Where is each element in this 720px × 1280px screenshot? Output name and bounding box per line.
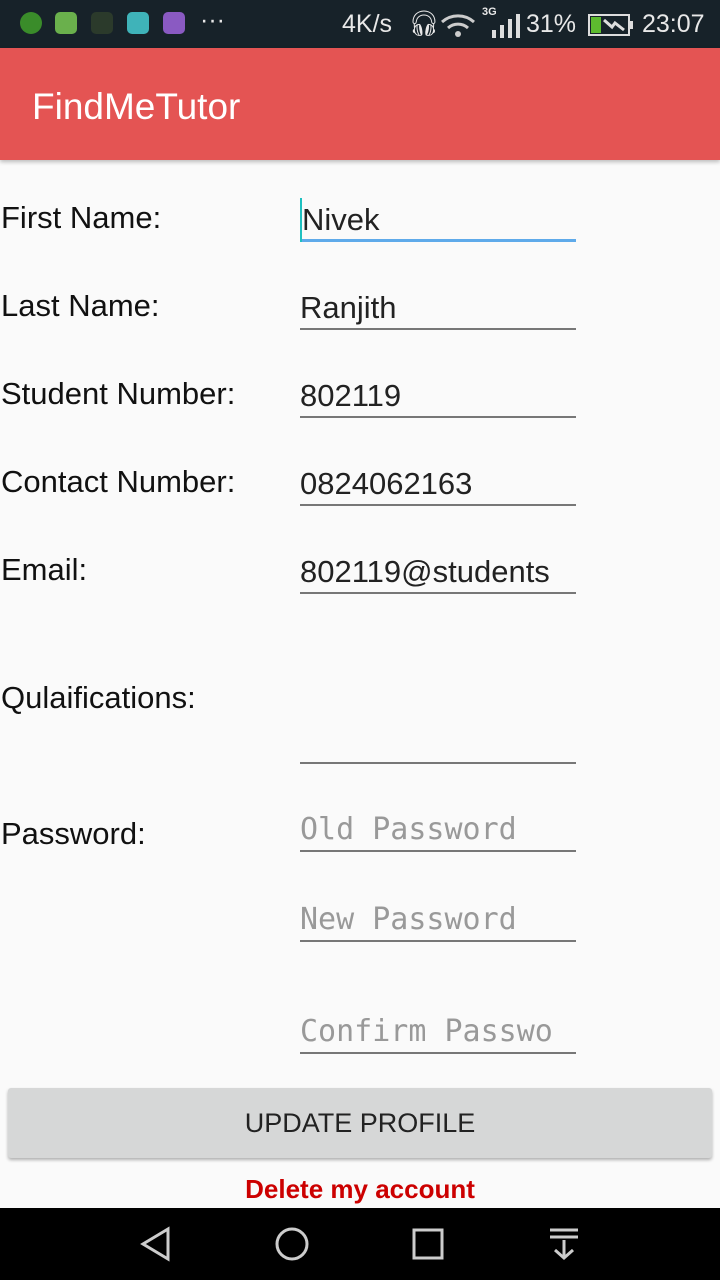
android-icon <box>127 12 149 34</box>
password-label: Password: <box>1 816 146 851</box>
last-name-input[interactable]: Ranjith <box>300 290 576 330</box>
headphone-icon: 🎧︎ <box>408 10 440 38</box>
confirm-password-input[interactable]: Confirm Passwo <box>300 1014 576 1054</box>
email-label: Email: <box>1 552 88 587</box>
delete-account-link[interactable]: Delete my account <box>0 1174 720 1205</box>
update-profile-button[interactable]: UPDATE PROFILE <box>8 1088 712 1158</box>
signal-icon <box>492 14 520 38</box>
network-speed: 4K/s <box>342 10 393 38</box>
battery-charging-icon <box>588 14 633 36</box>
clock: 23:07 <box>642 10 705 38</box>
old-password-input[interactable]: Old Password <box>300 812 576 852</box>
first-name-label: First Name: <box>1 200 162 235</box>
email-input[interactable]: 802119@students <box>300 554 576 594</box>
first-name-input[interactable]: Nivek <box>300 198 576 242</box>
contact-number-label: Contact Number: <box>1 464 236 499</box>
student-number-input[interactable]: 802119 <box>300 378 576 418</box>
last-name-label: Last Name: <box>1 288 160 323</box>
wifi-icon <box>441 14 475 37</box>
blackberry-icon <box>91 12 113 34</box>
student-number-label: Student Number: <box>1 376 236 411</box>
battery-percent: 31% <box>526 10 577 38</box>
qualifications-input[interactable] <box>300 724 576 764</box>
status-bar: ··· 4K/s 🎧︎ 3G 31% 23:07 <box>0 0 720 48</box>
headset-app-icon <box>55 12 77 34</box>
back-icon[interactable] <box>138 1226 174 1262</box>
whatsapp-icon <box>20 12 42 34</box>
gallery-icon <box>163 12 185 34</box>
home-icon[interactable] <box>274 1226 310 1262</box>
app-bar: FindMeTutor <box>0 48 720 160</box>
app-title: FindMeTutor <box>32 86 241 127</box>
new-password-input[interactable]: New Password <box>300 902 576 942</box>
contact-number-input[interactable]: 0824062163 <box>300 466 576 506</box>
qualifications-label: Qulaifications: <box>1 680 196 715</box>
recents-icon[interactable] <box>410 1226 446 1262</box>
text-cursor <box>300 198 302 242</box>
more-notifications: ··· <box>200 6 225 34</box>
first-name-value: Nivek <box>302 202 380 237</box>
notification-drawer-icon[interactable] <box>546 1226 582 1262</box>
navigation-bar <box>0 1208 720 1280</box>
